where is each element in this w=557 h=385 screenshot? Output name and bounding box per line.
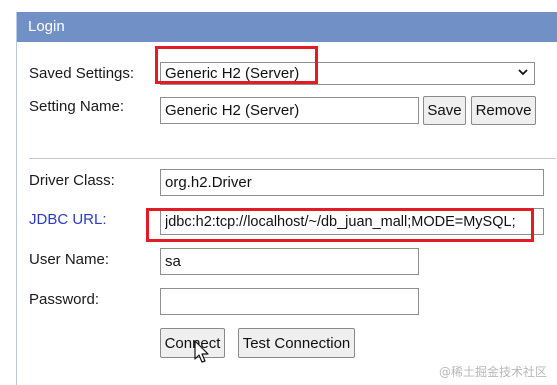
save-button[interactable]: Save — [423, 96, 466, 125]
test-connection-button[interactable]: Test Connection — [238, 328, 355, 358]
mouse-pointer-icon — [194, 340, 209, 363]
setting-name-input[interactable] — [160, 97, 419, 124]
setting-name-label: Setting Name: — [29, 98, 125, 115]
jdbc-url-highlight — [146, 208, 534, 242]
panel-title: Login — [17, 12, 557, 42]
password-input[interactable] — [160, 288, 419, 315]
chevron-down-icon — [518, 69, 528, 76]
connect-button[interactable]: Connect — [160, 328, 225, 358]
remove-button[interactable]: Remove — [471, 96, 536, 125]
user-name-input[interactable] — [160, 248, 419, 275]
page: Login Saved Settings: Generic H2 (Server… — [0, 0, 557, 385]
driver-class-input[interactable] — [160, 169, 544, 196]
password-label: Password: — [29, 291, 100, 308]
saved-settings-label: Saved Settings: — [29, 65, 135, 82]
user-name-label: User Name: — [29, 251, 110, 268]
section-divider — [29, 158, 556, 159]
driver-class-label: Driver Class: — [29, 172, 115, 189]
saved-settings-highlight — [155, 46, 318, 84]
jdbc-url-label: JDBC URL: — [29, 211, 107, 228]
watermark: @稀土掘金技术社区 — [438, 365, 547, 379]
